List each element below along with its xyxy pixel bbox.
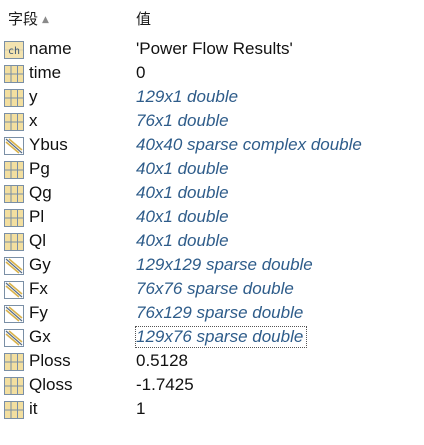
field-value[interactable]: 76x1 double <box>136 111 229 131</box>
table-row-selected[interactable]: Gx 129x76 sparse double <box>0 326 424 350</box>
field-name: Ybus <box>29 135 68 154</box>
field-value[interactable]: 1 <box>136 399 145 419</box>
field-name: Fy <box>29 303 48 322</box>
svg-text:ch: ch <box>8 46 20 57</box>
field-value[interactable]: 40x1 double <box>136 159 229 179</box>
table-row[interactable]: ch name 'Power Flow Results' <box>0 38 424 62</box>
field-name: it <box>29 399 38 418</box>
field-value[interactable]: 40x1 double <box>136 183 229 203</box>
struct-field-table: 字段 ▲ 值 ch name 'Power Flow Results' time … <box>0 0 424 445</box>
table-row[interactable]: Fy 76x129 sparse double <box>0 302 424 326</box>
field-name: time <box>29 63 62 82</box>
field-name: Pg <box>29 159 50 178</box>
numeric-array-icon <box>4 89 24 107</box>
table-row[interactable]: time 0 <box>0 62 424 86</box>
sparse-matrix-icon <box>4 305 24 323</box>
field-name: y <box>29 87 38 106</box>
numeric-array-icon <box>4 233 24 251</box>
field-name: Ql <box>29 231 46 250</box>
table-row[interactable]: Pl 40x1 double <box>0 206 424 230</box>
numeric-array-icon <box>4 353 24 371</box>
field-value[interactable]: 0.5128 <box>136 351 188 371</box>
field-value[interactable]: 129x76 sparse double <box>134 326 308 348</box>
numeric-array-icon <box>4 161 24 179</box>
field-name: Pl <box>29 207 45 226</box>
field-name: Fx <box>29 279 48 298</box>
table-row[interactable]: Gy 129x129 sparse double <box>0 254 424 278</box>
table-row[interactable]: Ql 40x1 double <box>0 230 424 254</box>
field-name: Ploss <box>29 351 71 370</box>
numeric-array-icon <box>4 377 24 395</box>
field-value[interactable]: 76x76 sparse double <box>136 279 294 299</box>
field-value[interactable]: 40x1 double <box>136 207 229 227</box>
field-column-header[interactable]: 字段 ▲ <box>8 8 49 29</box>
sort-ascending-icon[interactable]: ▲ <box>42 15 49 25</box>
table-row[interactable]: x 76x1 double <box>0 110 424 134</box>
field-name: Gx <box>29 327 51 346</box>
field-value[interactable]: 129x1 double <box>136 87 238 107</box>
sparse-matrix-icon <box>4 137 24 155</box>
numeric-array-icon <box>4 113 24 131</box>
field-value[interactable]: -1.7425 <box>136 375 194 395</box>
table-row[interactable]: Qg 40x1 double <box>0 182 424 206</box>
field-column-header-label: 字段 <box>8 10 39 28</box>
table-row[interactable]: Ploss 0.5128 <box>0 350 424 374</box>
field-name: Qg <box>29 183 52 202</box>
table-row[interactable]: Qloss -1.7425 <box>0 374 424 398</box>
sparse-matrix-icon <box>4 329 24 347</box>
table-header: 字段 ▲ 值 <box>0 0 424 37</box>
field-name: x <box>29 111 38 130</box>
field-value[interactable]: 40x40 sparse complex double <box>136 135 362 155</box>
char-array-icon: ch <box>4 41 24 59</box>
field-value[interactable]: 40x1 double <box>136 231 229 251</box>
numeric-array-icon <box>4 65 24 83</box>
numeric-array-icon <box>4 401 24 419</box>
numeric-array-icon <box>4 185 24 203</box>
field-value[interactable]: 0 <box>136 63 145 83</box>
table-row[interactable]: it 1 <box>0 398 424 422</box>
field-name: Qloss <box>29 375 73 394</box>
value-column-header[interactable]: 值 <box>136 8 151 29</box>
table-row[interactable]: Pg 40x1 double <box>0 158 424 182</box>
sparse-matrix-icon <box>4 281 24 299</box>
sparse-matrix-icon <box>4 257 24 275</box>
table-row[interactable]: Fx 76x76 sparse double <box>0 278 424 302</box>
field-name: name <box>29 39 72 58</box>
field-value[interactable]: 129x129 sparse double <box>136 255 313 275</box>
table-row[interactable]: Ybus 40x40 sparse complex double <box>0 134 424 158</box>
field-value[interactable]: 76x129 sparse double <box>136 303 303 323</box>
field-value[interactable]: 'Power Flow Results' <box>136 39 293 59</box>
numeric-array-icon <box>4 209 24 227</box>
table-row[interactable]: y 129x1 double <box>0 86 424 110</box>
field-name: Gy <box>29 255 51 274</box>
